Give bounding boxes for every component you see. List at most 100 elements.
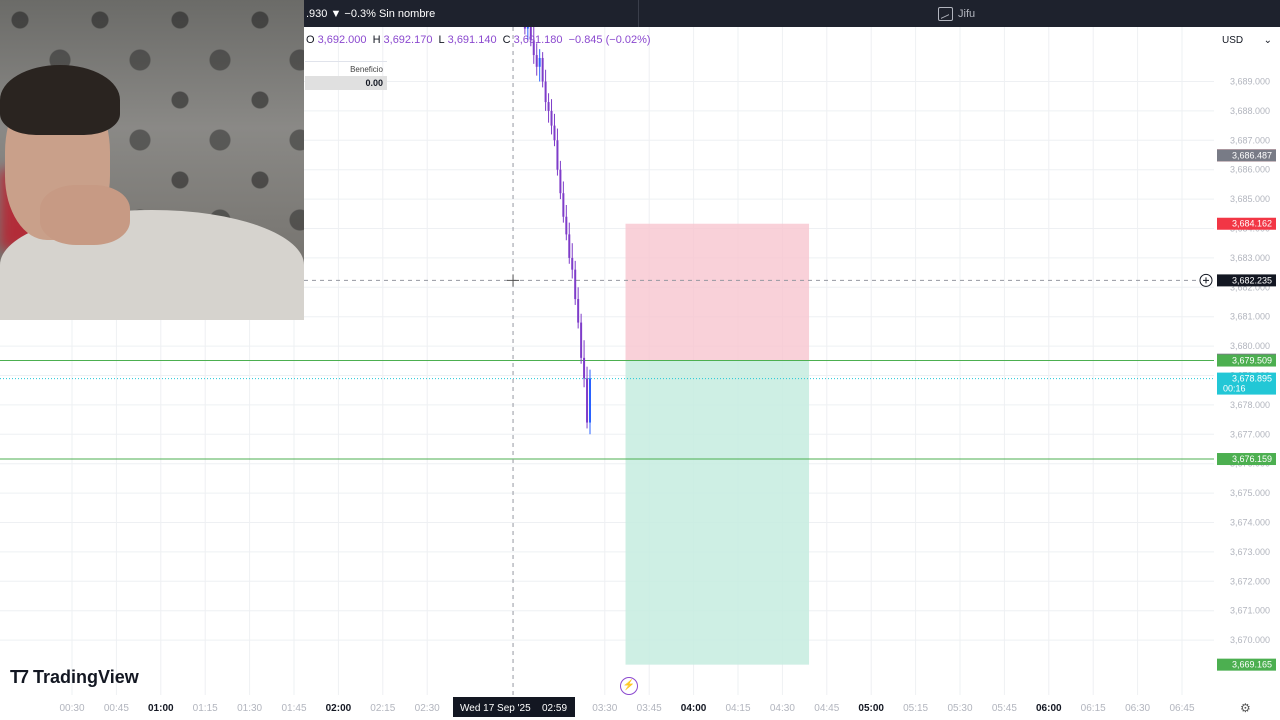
price-tick-label: 3,683.000 [1230,253,1270,263]
time-tick-label: 04:30 [770,703,795,714]
benefit-label: Beneficio [305,61,387,76]
currency-label: USD [1222,35,1244,46]
price-badge-label: 3,679.509 [1232,356,1272,366]
stop-loss-zone[interactable] [625,223,810,361]
take-profit-zone[interactable] [625,360,810,665]
open-value: 3,692.000 [317,34,367,46]
ohlc-legend: O 3,692.000 H 3,692.170 L 3,691.140 C 3,691.… [306,34,654,46]
price-tick-label: 3,677.000 [1230,429,1270,439]
candle-body [568,234,571,258]
change-value: −0.845 (−0.02%) [568,34,651,46]
time-tick-label: 06:45 [1169,703,1194,714]
candle-body [571,257,574,270]
price-tick-label: 3,685.000 [1230,194,1270,204]
price-tick-label: 3,671.000 [1230,606,1270,616]
time-tick-label: 05:45 [992,703,1017,714]
time-tick-label: 01:30 [237,703,262,714]
candle-body [550,110,553,126]
time-tick-label: 06:30 [1125,703,1150,714]
time-tick-label: 02:00 [326,703,352,714]
candle-body [556,140,559,170]
layout-icon [938,7,953,21]
price-tick-label: 3,670.000 [1230,635,1270,645]
time-tick-label: 04:00 [681,703,707,714]
high-value: 3,692.170 [383,34,433,46]
candle-body [577,299,580,323]
price-tick-label: 3,674.000 [1230,518,1270,528]
candle-body [544,81,547,103]
gear-icon[interactable]: ⚙ [1240,701,1251,715]
time-tick-label: 02:15 [370,703,395,714]
price-tick-label: 3,673.000 [1230,547,1270,557]
candle-body [574,269,577,300]
price-tick-label: 3,681.000 [1230,312,1270,322]
candle-body [541,57,544,82]
price-tick-label: 3,688.000 [1230,106,1270,116]
candle-body [562,193,565,217]
chevron-down-icon: ⌄ [1263,35,1272,46]
symbol-change-text: .930 ▼ −0.3% Sin nombre [306,8,436,20]
price-badge-label: 3,669.165 [1232,660,1272,670]
close-value: 3,691.180 [513,34,563,46]
time-tick-label: 05:15 [903,703,928,714]
price-badge-countdown: 00:16 [1223,384,1246,394]
candle-body [553,125,556,141]
candle-body [547,102,550,111]
candle-body [523,27,526,29]
layout-name[interactable]: Jifu [938,7,975,21]
close-key: C [502,34,511,46]
price-badge-label: 3,678.895 [1232,374,1272,384]
price-tick-label: 3,689.000 [1230,77,1270,87]
time-tick-label: 01:15 [193,703,218,714]
time-tick-label: 05:30 [947,703,972,714]
candle-body [565,216,568,235]
low-value: 3,691.140 [447,34,497,46]
webcam-overlay [0,0,304,320]
time-cursor-date: Wed 17 Sep '25 [460,703,531,714]
tradingview-logo-text: TradingView [33,667,139,687]
time-tick-label: 06:15 [1081,703,1106,714]
open-key: O [306,34,315,46]
price-badge-label: 3,684.162 [1232,219,1272,229]
time-tick-label: 06:00 [1036,703,1062,714]
price-tick-label: 3,680.000 [1230,341,1270,351]
webcam-person-hair [0,65,120,135]
tradingview-logo[interactable]: T7 TradingView [10,667,139,688]
benefit-widget: Beneficio 0.00 [305,61,387,90]
candle-body [580,322,583,358]
candle-body [538,57,541,67]
time-tick-label: 02:30 [415,703,440,714]
time-tick-label: 01:45 [281,703,306,714]
candle-body [535,55,538,67]
low-key: L [438,34,445,46]
price-tick-label: 3,672.000 [1230,576,1270,586]
candle-body [583,357,586,379]
price-badge-label: 3,682.235 [1232,275,1272,285]
candle-body [559,169,562,194]
price-tick-label: 3,686.000 [1230,165,1270,175]
time-tick-label: 04:45 [814,703,839,714]
tradingview-logo-icon: T7 [10,667,29,687]
lightning-icon[interactable]: ⚡ [620,677,638,695]
currency-select[interactable]: USD ⌄ [1218,32,1276,49]
time-tick-label: 01:00 [148,703,174,714]
layout-name-label: Jifu [958,8,976,20]
topbar-divider [638,0,639,27]
price-tick-label: 3,678.000 [1230,400,1270,410]
time-cursor-time: 02:59 [542,703,567,714]
price-badge-label: 3,676.159 [1232,454,1272,464]
high-key: H [372,34,381,46]
price-badge-label: 3,686.487 [1232,150,1272,160]
benefit-value: 0.00 [305,76,387,90]
time-tick-label: 03:45 [637,703,662,714]
candle-body [586,378,589,423]
time-tick-label: 04:15 [725,703,750,714]
price-tick-label: 3,687.000 [1230,135,1270,145]
price-tick-label: 3,675.000 [1230,488,1270,498]
time-tick-label: 03:30 [592,703,617,714]
time-tick-label: 00:45 [104,703,129,714]
time-tick-label: 05:00 [858,703,884,714]
webcam-person-hand [40,185,130,245]
candle-body [526,27,529,29]
candle-body [589,378,591,423]
